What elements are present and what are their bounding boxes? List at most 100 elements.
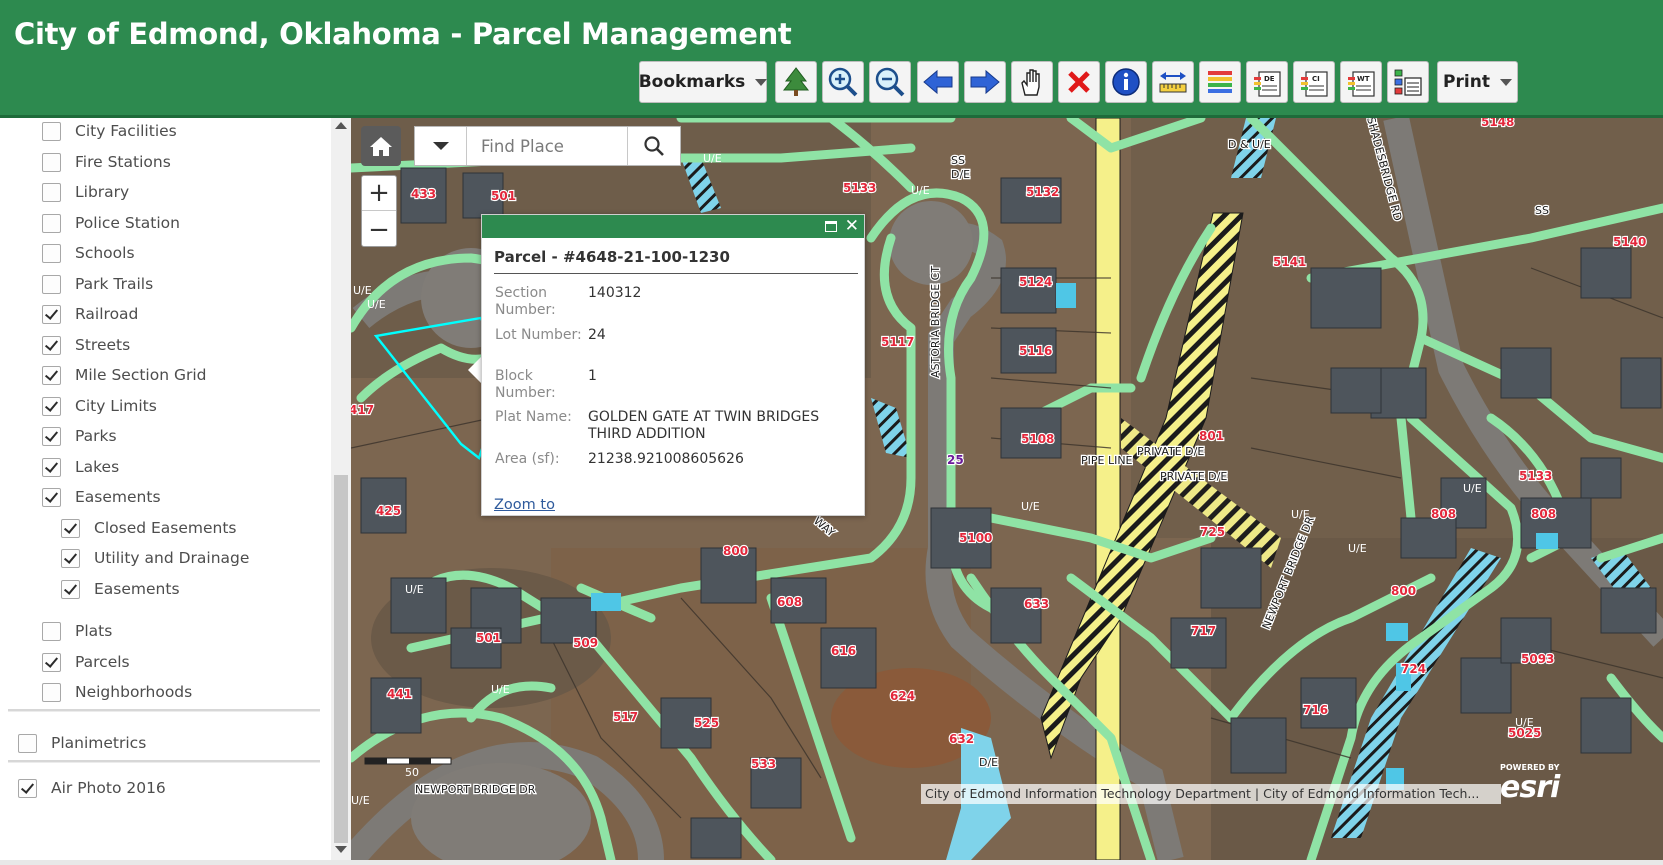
basemap-tree-button[interactable]: [775, 61, 817, 103]
layer-checkbox[interactable]: [42, 487, 61, 507]
close-icon[interactable]: ✕: [845, 216, 859, 236]
easement-label: U/E: [911, 184, 930, 197]
layer-checkbox[interactable]: [42, 213, 61, 233]
layer-checkbox[interactable]: [42, 426, 61, 446]
layer-row[interactable]: Library: [42, 179, 129, 205]
window-bottom-edge: [0, 860, 1663, 865]
next-extent-button[interactable]: [964, 61, 1006, 103]
parcel-popup: ✕ Parcel - #4648-21-100-1230 Section Num…: [481, 214, 865, 516]
layer-row[interactable]: Lakes: [42, 454, 119, 480]
layer-list-button[interactable]: [1387, 61, 1429, 103]
field-value: 21238.921008605626: [588, 451, 744, 467]
layer-row[interactable]: Parks: [42, 423, 117, 449]
previous-extent-button[interactable]: [917, 61, 959, 103]
bookmarks-button[interactable]: Bookmarks: [639, 61, 768, 103]
layer-checkbox[interactable]: [42, 621, 61, 641]
zoom-control: + −: [361, 175, 397, 247]
layer-row[interactable]: City Limits: [42, 393, 157, 419]
parcel-label: 725: [1200, 525, 1225, 539]
scroll-down-arrow-icon[interactable]: [335, 846, 347, 853]
parcel-label: 5108: [1021, 432, 1054, 446]
legend-button[interactable]: [1199, 61, 1241, 103]
parcel-label: 608: [777, 595, 802, 609]
parcel-label: 633: [1024, 597, 1049, 611]
layer-row[interactable]: Plats: [42, 618, 112, 644]
layer-row[interactable]: Police Station: [42, 210, 180, 236]
layer-panel-scrollbar[interactable]: [331, 118, 351, 860]
layer-checkbox[interactable]: [42, 682, 61, 702]
parcel-label: 800: [1391, 584, 1416, 598]
layer-checkbox[interactable]: [42, 121, 61, 141]
home-extent-button[interactable]: [361, 126, 401, 166]
zoom-out-tool-button[interactable]: [869, 61, 911, 103]
parcel-label: 724: [1401, 662, 1426, 676]
layer-checkbox[interactable]: [42, 243, 61, 263]
print-button[interactable]: Print: [1437, 61, 1518, 103]
layer-row[interactable]: Park Trails: [42, 271, 153, 297]
layer-label: Lakes: [75, 458, 120, 476]
easement-label: U/E: [703, 152, 722, 165]
map-zoom-in-button[interactable]: +: [362, 176, 396, 211]
layer-row[interactable]: Fire Stations: [42, 149, 171, 175]
map-zoom-out-button[interactable]: −: [362, 212, 396, 247]
layer-checkbox[interactable]: [42, 152, 61, 172]
wt-layer-button[interactable]: WT: [1340, 61, 1382, 103]
measure-button[interactable]: [1152, 61, 1194, 103]
sublayer-row[interactable]: Closed Easements: [61, 515, 237, 541]
layer-row[interactable]: Railroad: [42, 301, 138, 327]
layer-checkbox[interactable]: [42, 335, 61, 355]
layer-checkbox[interactable]: [42, 182, 61, 202]
layer-row[interactable]: Streets: [42, 332, 130, 358]
zoom-to-link[interactable]: Zoom to: [494, 497, 555, 513]
esri-logo[interactable]: esri: [1500, 770, 1560, 805]
layer-row[interactable]: Mile Section Grid: [42, 362, 207, 388]
layer-group-checkbox[interactable]: [18, 778, 37, 798]
search-source-dropdown[interactable]: [415, 127, 467, 165]
field-label: Block Number:: [495, 368, 556, 401]
search-input[interactable]: [467, 127, 627, 165]
layer-checkbox[interactable]: [42, 396, 61, 416]
layer-group-row[interactable]: Planimetrics: [18, 730, 146, 756]
layer-checkbox[interactable]: [42, 304, 61, 324]
easement-label: U/E: [367, 298, 386, 311]
layer-label: Police Station: [75, 214, 180, 232]
scroll-up-arrow-icon[interactable]: [335, 122, 347, 129]
clear-graphics-button[interactable]: [1058, 61, 1100, 103]
layer-row[interactable]: Schools: [42, 240, 135, 266]
layer-checkbox[interactable]: [42, 652, 61, 672]
layer-row[interactable]: Parcels: [42, 649, 130, 675]
easement-label: U/E: [1463, 482, 1482, 495]
street-label: ASTORIA BRIDGE CT: [929, 266, 942, 378]
pan-button[interactable]: [1011, 61, 1053, 103]
layer-checkbox[interactable]: [42, 457, 61, 477]
layer-group-row[interactable]: Air Photo 2016: [18, 775, 166, 801]
zoom-in-tool-button[interactable]: [822, 61, 864, 103]
search-button[interactable]: [627, 127, 680, 165]
sublayer-checkbox[interactable]: [61, 548, 80, 568]
sublayer-checkbox[interactable]: [61, 579, 80, 599]
scroll-thumb[interactable]: [334, 475, 348, 843]
de-layer-button[interactable]: DE: [1246, 61, 1288, 103]
layer-checkbox[interactable]: [42, 365, 61, 385]
layer-checkbox[interactable]: [42, 274, 61, 294]
parcel-label: 5117: [881, 335, 914, 349]
maximize-icon[interactable]: [825, 221, 837, 232]
layer-row[interactable]: Neighborhoods: [42, 679, 192, 705]
sublayer-row[interactable]: Utility and Drainage: [61, 545, 249, 571]
layer-label: City Facilities: [75, 122, 177, 140]
layer-label: Neighborhoods: [75, 683, 193, 701]
layer-group-checkbox[interactable]: [18, 733, 37, 753]
measure-icon: [1159, 72, 1187, 93]
sublayer-checkbox[interactable]: [61, 518, 80, 538]
sublayer-row[interactable]: Easements: [61, 576, 180, 602]
identify-button[interactable]: [1105, 61, 1147, 103]
map-view[interactable]: 433 501 5133 5132 5148 5140 5141 5124 51…: [351, 118, 1663, 860]
layer-row[interactable]: City Facilities: [42, 118, 177, 144]
ci-layer-button[interactable]: CI: [1293, 61, 1335, 103]
parcel-label: 501: [491, 189, 516, 203]
parcel-label: 5116: [1019, 344, 1052, 358]
print-label: Print: [1443, 72, 1490, 92]
layer-group-label: Planimetrics: [51, 734, 147, 752]
layer-row[interactable]: Easements: [42, 484, 161, 510]
layer-label: Railroad: [75, 305, 139, 323]
